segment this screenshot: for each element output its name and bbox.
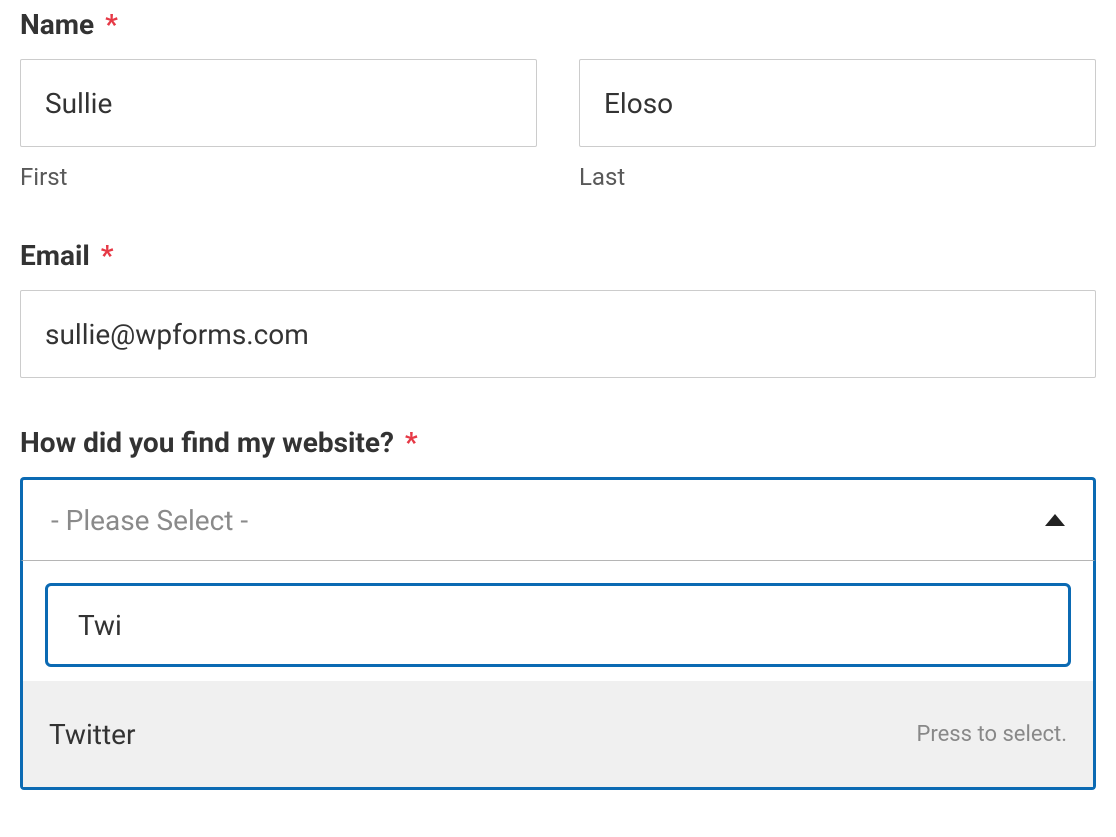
source-label-text: How did you find my website? xyxy=(20,426,394,459)
required-asterisk: * xyxy=(101,239,114,272)
name-label: Name * xyxy=(20,8,1096,41)
name-field-group: Name * First Last xyxy=(20,8,1096,191)
dropdown-search-wrap xyxy=(23,561,1093,681)
required-asterisk: * xyxy=(405,426,418,459)
email-label: Email * xyxy=(20,239,1096,272)
dropdown-option-twitter[interactable]: Twitter Press to select. xyxy=(23,681,1093,787)
name-label-text: Name xyxy=(20,8,94,41)
first-name-sublabel: First xyxy=(20,163,537,191)
dropdown-panel: Twitter Press to select. xyxy=(20,561,1096,790)
last-name-input[interactable] xyxy=(579,59,1096,147)
source-dropdown: - Please Select - Twitter Press to selec… xyxy=(20,477,1096,790)
source-label: How did you find my website? * xyxy=(20,426,1096,459)
last-name-sublabel: Last xyxy=(579,163,1096,191)
dropdown-option-text: Twitter xyxy=(49,718,135,751)
email-input[interactable] xyxy=(20,290,1096,378)
first-name-input[interactable] xyxy=(20,59,537,147)
name-row: First Last xyxy=(20,59,1096,191)
email-field-group: Email * xyxy=(20,239,1096,378)
first-name-col: First xyxy=(20,59,537,191)
dropdown-placeholder: - Please Select - xyxy=(51,504,248,537)
required-asterisk: * xyxy=(105,8,118,41)
caret-up-icon xyxy=(1045,514,1065,526)
email-label-text: Email xyxy=(20,239,90,272)
dropdown-search-input[interactable] xyxy=(45,583,1071,667)
source-field-group: How did you find my website? * - Please … xyxy=(20,426,1096,790)
dropdown-option-hint: Press to select. xyxy=(917,722,1068,747)
last-name-col: Last xyxy=(579,59,1096,191)
dropdown-display[interactable]: - Please Select - xyxy=(20,477,1096,561)
